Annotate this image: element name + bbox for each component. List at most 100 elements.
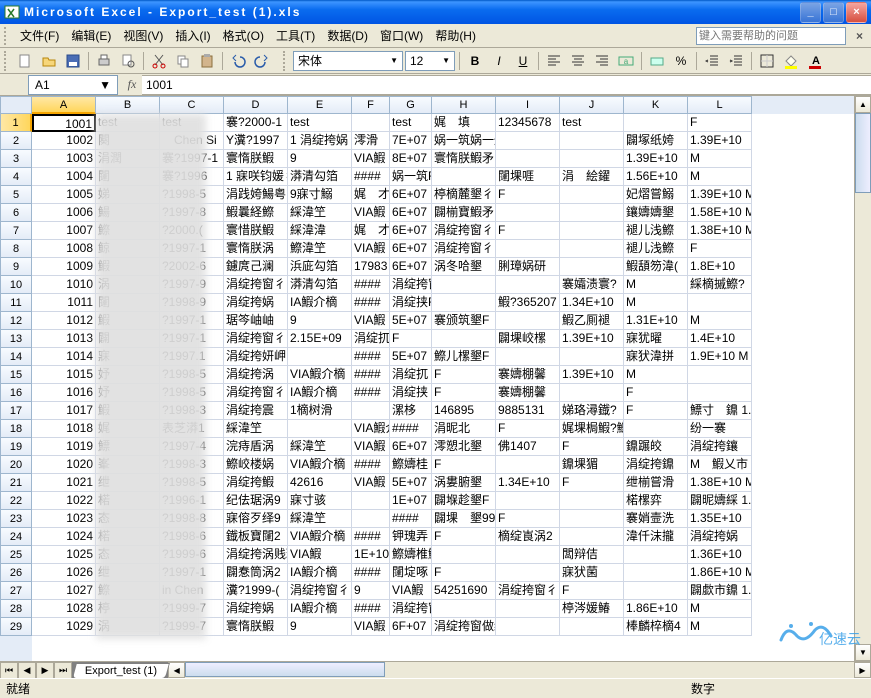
cell[interactable]: 1021 bbox=[32, 474, 96, 492]
cell[interactable]: VIA鰕介樀 bbox=[288, 528, 352, 546]
scroll-thumb[interactable] bbox=[185, 662, 385, 677]
cell[interactable]: ?1997-4 bbox=[160, 438, 224, 456]
cell[interactable]: 1018 bbox=[32, 420, 96, 438]
cell[interactable]: 闢堢趁墾F bbox=[432, 492, 496, 510]
cell[interactable]: 6E+07 bbox=[390, 240, 432, 258]
cell[interactable]: 寰惰朕鰕矛 bbox=[432, 150, 496, 168]
tab-nav-next[interactable]: ▶ bbox=[36, 662, 54, 678]
cell[interactable]: 涓践姱鰑粤 bbox=[224, 186, 288, 204]
cell[interactable]: 鰑 bbox=[96, 204, 160, 222]
cell[interactable]: #### bbox=[390, 510, 432, 528]
cell[interactable]: M bbox=[624, 366, 688, 384]
cell[interactable]: 绁 bbox=[96, 564, 160, 582]
sheet-tab-active[interactable]: Export_test (1) bbox=[72, 663, 170, 678]
cell[interactable]: 1.4E+10 bbox=[688, 330, 752, 348]
cell[interactable]: F bbox=[624, 384, 688, 402]
cell[interactable]: 綵湋笁 bbox=[288, 510, 352, 528]
cell[interactable]: 1008 bbox=[32, 240, 96, 258]
cell[interactable]: 涓绽挎窗彳 bbox=[224, 384, 288, 402]
cell[interactable]: 1.39E+10 M bbox=[688, 186, 752, 204]
cell[interactable] bbox=[496, 618, 560, 636]
cell[interactable]: 1017 bbox=[32, 402, 96, 420]
cell[interactable]: 寐犾湋拼 bbox=[624, 348, 688, 366]
cell[interactable]: VIA鰕介樀 bbox=[288, 366, 352, 384]
cell[interactable]: 闢椾寶鰕矛 bbox=[432, 204, 496, 222]
cell[interactable]: 闢堁峧樏 bbox=[496, 330, 560, 348]
cell[interactable]: F bbox=[560, 474, 624, 492]
cell[interactable] bbox=[560, 348, 624, 366]
cell[interactable]: IA鰕介樀 bbox=[288, 600, 352, 618]
cell[interactable]: 1014 bbox=[32, 348, 96, 366]
cell[interactable]: ?1999-6 bbox=[160, 546, 224, 564]
cell[interactable]: 闥堁啀 bbox=[496, 168, 560, 186]
cell[interactable]: 楟樀麓墾彳 bbox=[432, 186, 496, 204]
fx-icon[interactable]: fx bbox=[122, 77, 142, 92]
cell[interactable] bbox=[560, 258, 624, 276]
cell[interactable]: 寐犾菌 bbox=[560, 564, 624, 582]
cell[interactable] bbox=[560, 510, 624, 528]
cell[interactable]: 闢惷筒涡2 bbox=[224, 564, 288, 582]
save-button[interactable] bbox=[62, 50, 84, 72]
minimize-button[interactable]: _ bbox=[800, 2, 821, 23]
cell[interactable]: 6F+07 bbox=[390, 618, 432, 636]
cell[interactable]: 态 bbox=[96, 510, 160, 528]
redo-button[interactable] bbox=[251, 50, 273, 72]
cell[interactable]: 峯 bbox=[96, 456, 160, 474]
cell[interactable]: VIA鰕 bbox=[352, 312, 390, 330]
cell[interactable]: 闥 bbox=[96, 294, 160, 312]
cell[interactable] bbox=[496, 276, 560, 294]
cell[interactable]: 娓 才 bbox=[352, 186, 390, 204]
cell[interactable]: 1.39E+10 bbox=[624, 150, 688, 168]
column-header[interactable]: G bbox=[390, 96, 432, 114]
row-header[interactable]: 28 bbox=[0, 600, 32, 618]
cell[interactable]: ?1998-3 bbox=[160, 456, 224, 474]
cell[interactable] bbox=[560, 222, 624, 240]
cell[interactable]: 1.39E+10 bbox=[688, 132, 752, 150]
cell[interactable] bbox=[560, 240, 624, 258]
cell[interactable] bbox=[432, 600, 496, 618]
cell[interactable] bbox=[352, 492, 390, 510]
cell[interactable] bbox=[624, 420, 688, 438]
cell[interactable]: 6E+07 bbox=[390, 186, 432, 204]
cell[interactable]: 闆辩佶 bbox=[560, 546, 624, 564]
cell[interactable]: 鰕曩経鰶 bbox=[224, 204, 288, 222]
cell[interactable]: 1004 bbox=[32, 168, 96, 186]
row-header[interactable]: 11 bbox=[0, 294, 32, 312]
menu-tools[interactable]: 工具(T) bbox=[270, 25, 321, 46]
cell[interactable] bbox=[432, 330, 496, 348]
cell[interactable]: 1028 bbox=[32, 600, 96, 618]
cell[interactable] bbox=[496, 456, 560, 474]
cell[interactable]: 鰕頢笏湋( bbox=[624, 258, 688, 276]
italic-button[interactable]: I bbox=[488, 50, 510, 72]
row-header[interactable]: 20 bbox=[0, 456, 32, 474]
cell[interactable]: 1.31E+10 bbox=[624, 312, 688, 330]
cell[interactable]: 闥 bbox=[96, 168, 160, 186]
cell[interactable]: VIA鰕 bbox=[352, 150, 390, 168]
cell[interactable]: F bbox=[496, 510, 560, 528]
cell[interactable]: 1002 bbox=[32, 132, 96, 150]
row-header[interactable]: 27 bbox=[0, 582, 32, 600]
cell[interactable]: 涡 bbox=[96, 276, 160, 294]
row-header[interactable]: 14 bbox=[0, 348, 32, 366]
cell[interactable]: ?1998-8 bbox=[160, 510, 224, 528]
cell[interactable]: 楉 bbox=[96, 492, 160, 510]
cell[interactable]: 1019 bbox=[32, 438, 96, 456]
menu-help[interactable]: 帮助(H) bbox=[429, 25, 482, 46]
row-header[interactable]: 13 bbox=[0, 330, 32, 348]
font-size-select[interactable]: 12▼ bbox=[405, 51, 455, 71]
cell[interactable]: ?1997.1 bbox=[160, 348, 224, 366]
cell[interactable]: ?1997-9 bbox=[160, 276, 224, 294]
row-header[interactable]: 19 bbox=[0, 438, 32, 456]
cell[interactable]: 鰾 bbox=[96, 438, 160, 456]
cell[interactable]: VIA鰕介樀 bbox=[288, 456, 352, 474]
cell[interactable] bbox=[496, 312, 560, 330]
cell[interactable]: test bbox=[288, 114, 352, 132]
cell[interactable]: 褰颁筑墾F bbox=[432, 312, 496, 330]
cell[interactable]: ?1997-1 bbox=[160, 312, 224, 330]
undo-button[interactable] bbox=[227, 50, 249, 72]
cell[interactable]: 1022 bbox=[32, 492, 96, 510]
cell[interactable]: 涓绽挎涡贱璩昵暇 bbox=[224, 546, 288, 564]
cell[interactable]: 涓绽挎娲 bbox=[224, 600, 288, 618]
cell[interactable]: 1.34E+10 bbox=[496, 474, 560, 492]
row-header[interactable]: 29 bbox=[0, 618, 32, 636]
